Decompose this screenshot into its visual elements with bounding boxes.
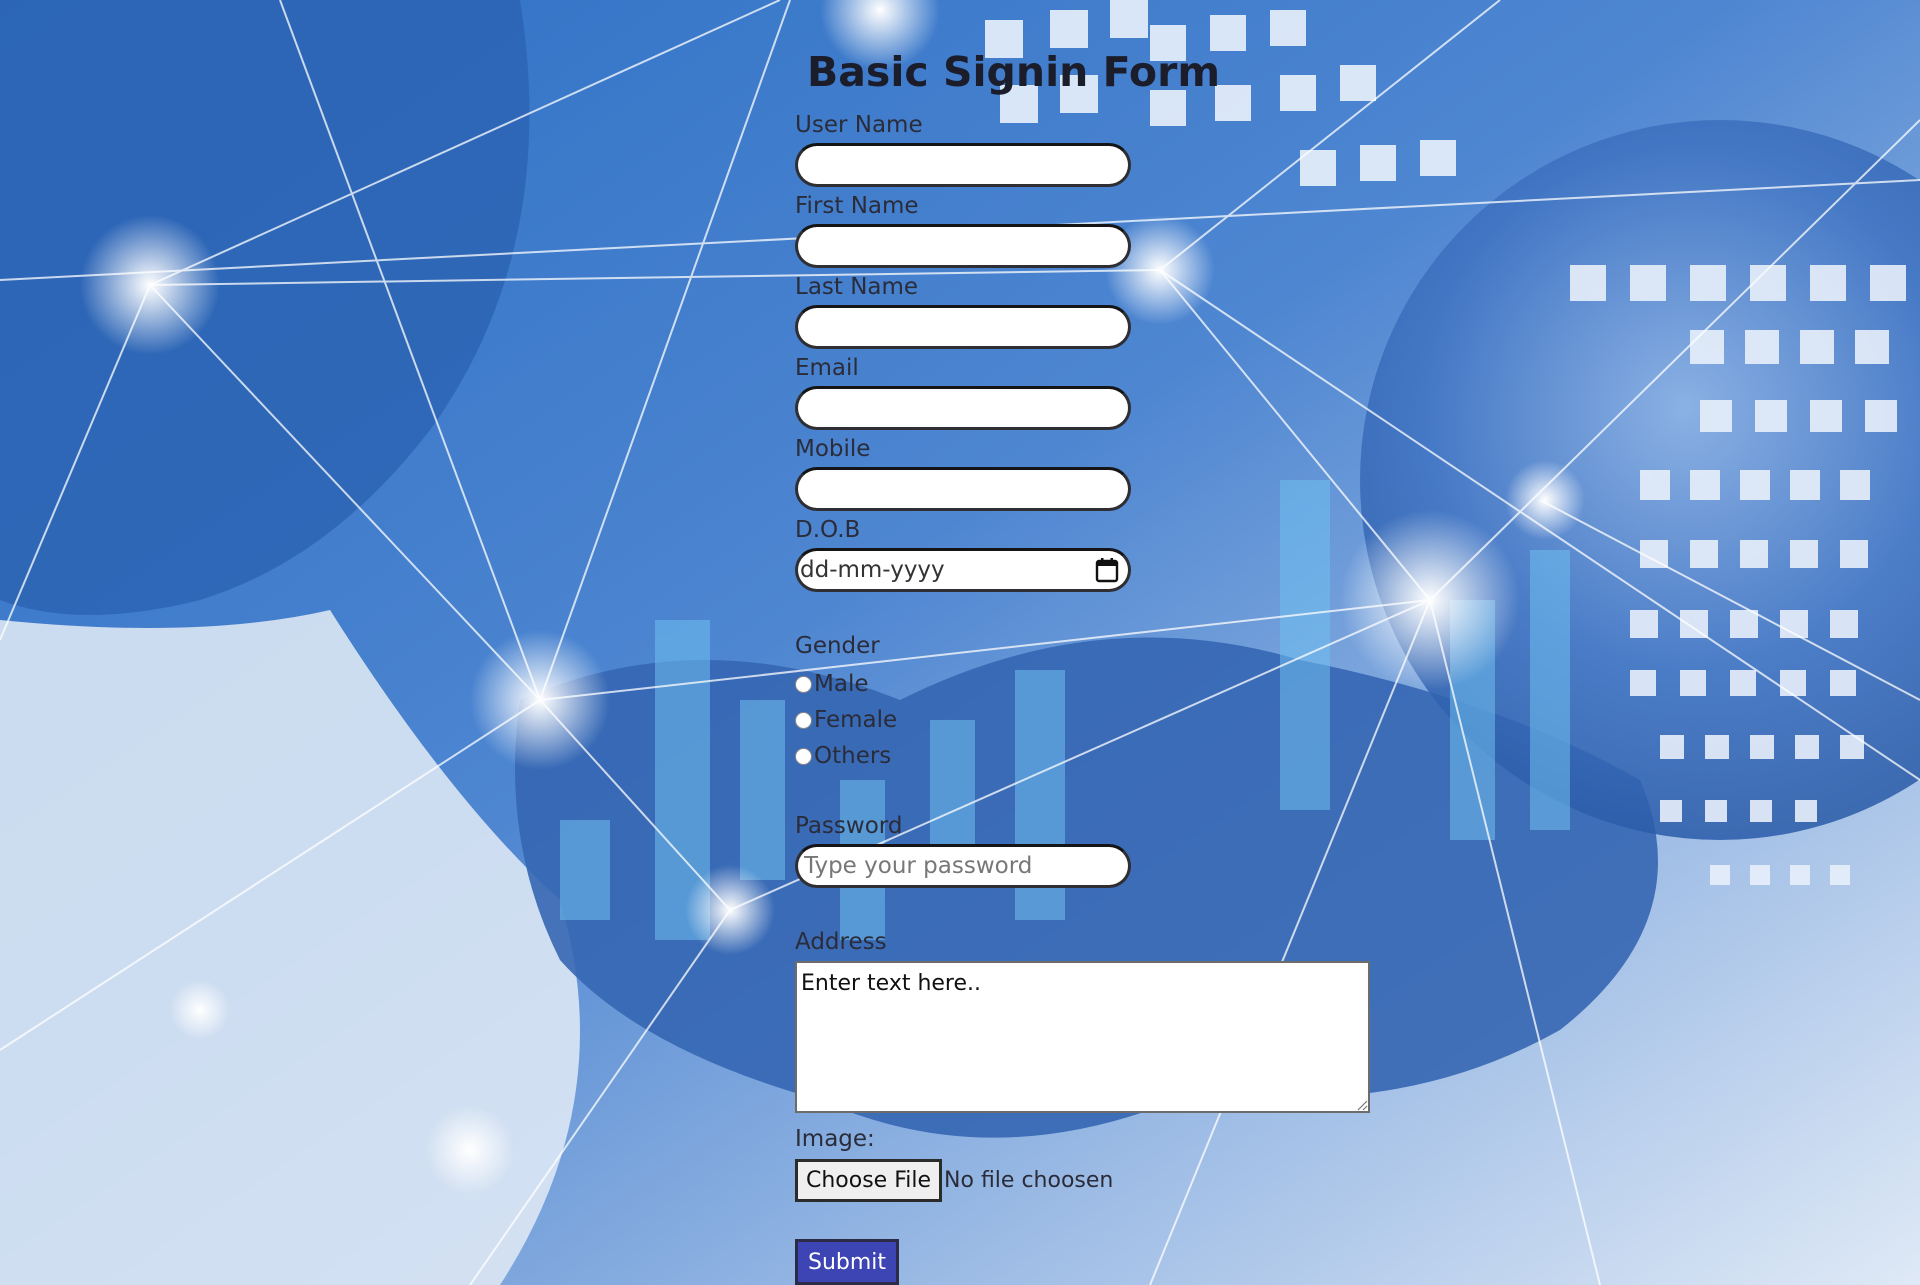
gender-label: Gender (795, 633, 880, 659)
dob-placeholder: dd-mm-yyyy (800, 557, 945, 583)
first-name-input[interactable] (795, 224, 1131, 268)
address-textarea[interactable]: Enter text here.. (795, 961, 1370, 1113)
file-status: No file choosen (944, 1168, 1114, 1193)
username-input[interactable] (795, 143, 1131, 187)
last-name-input[interactable] (795, 305, 1131, 349)
others-radio[interactable] (795, 747, 812, 765)
others-label: Others (814, 743, 892, 769)
mobile-label: Mobile (795, 436, 871, 462)
address-wrapper: Enter text here.. (795, 961, 1370, 1113)
dob-label: D.O.B (795, 517, 861, 543)
female-radio[interactable] (795, 711, 812, 729)
female-label: Female (814, 707, 898, 733)
choose-file-button[interactable]: Choose File (795, 1159, 943, 1202)
calendar-icon[interactable] (1092, 555, 1122, 585)
gender-option-others[interactable]: Others (795, 741, 891, 771)
page-title: Basic Signin Form (807, 48, 1221, 96)
password-label: Password (795, 813, 903, 839)
male-radio[interactable] (795, 675, 812, 693)
email-label: Email (795, 355, 859, 381)
password-input[interactable] (795, 844, 1131, 888)
image-file-input[interactable]: Choose File No file choosen (795, 1159, 1113, 1202)
email-input[interactable] (795, 386, 1131, 430)
username-label: User Name (795, 112, 923, 138)
gender-option-female[interactable]: Female (795, 705, 897, 735)
image-label: Image: (795, 1126, 875, 1152)
last-name-label: Last Name (795, 274, 919, 300)
address-label: Address (795, 929, 887, 955)
resize-grip-icon[interactable] (1356, 1099, 1368, 1111)
mobile-input[interactable] (795, 467, 1131, 511)
dob-input[interactable]: dd-mm-yyyy (795, 548, 1131, 592)
male-label: Male (814, 671, 869, 697)
first-name-label: First Name (795, 193, 919, 219)
submit-button[interactable]: Submit (795, 1239, 900, 1285)
gender-option-male[interactable]: Male (795, 669, 868, 699)
